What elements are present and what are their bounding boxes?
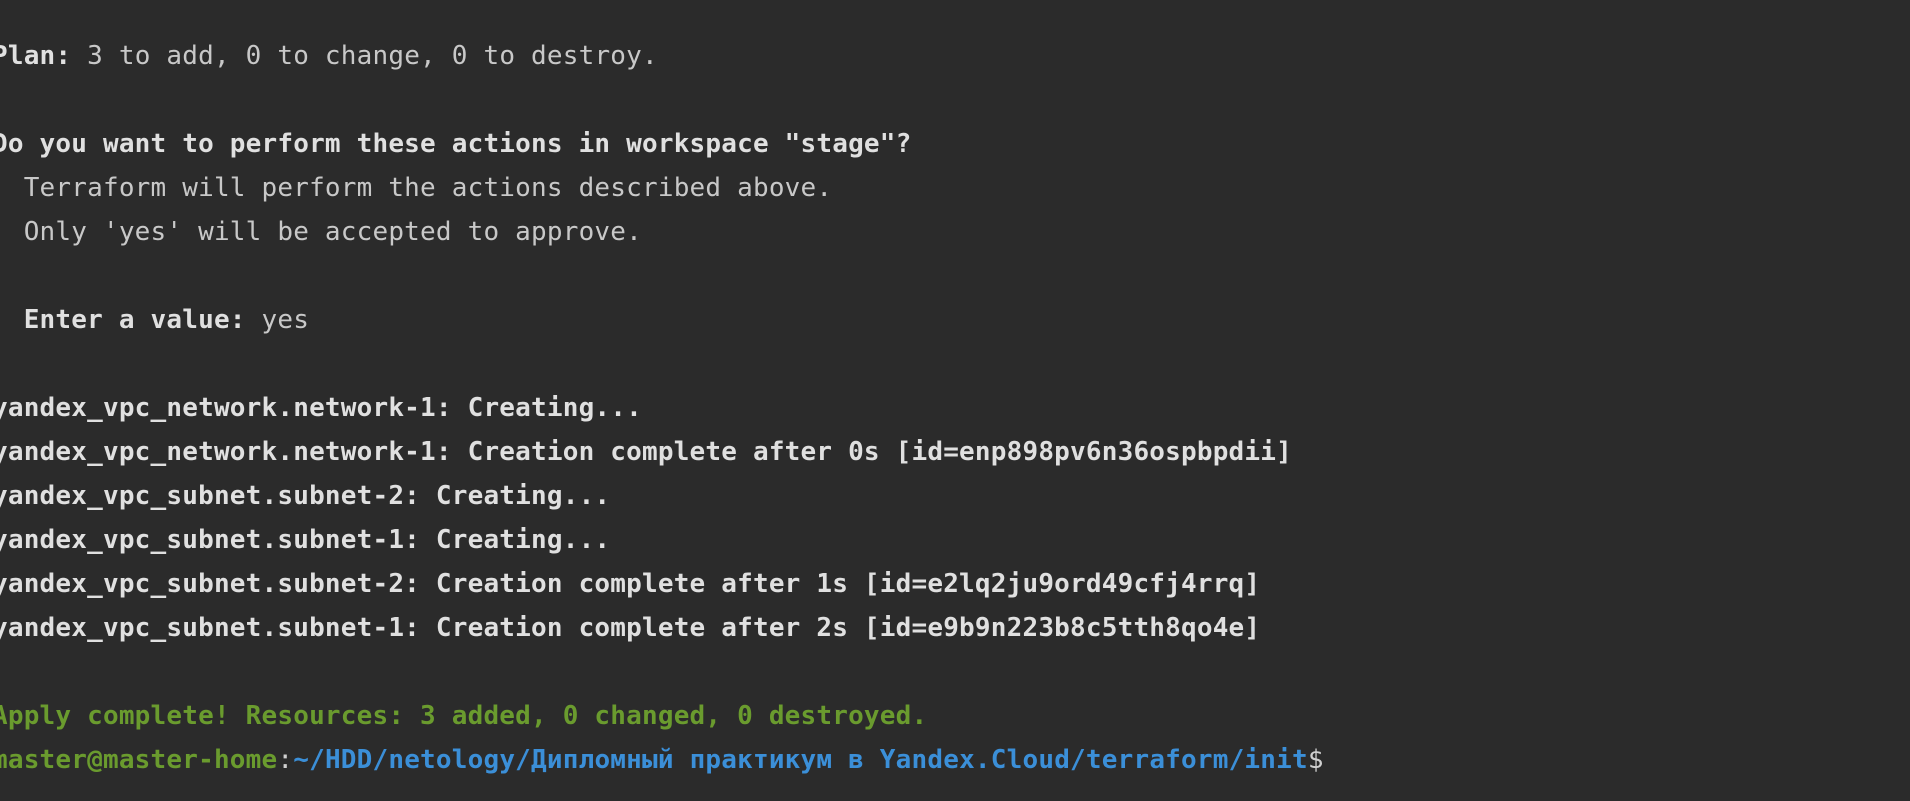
plan-summary: 3 to add, 0 to change, 0 to destroy. [71, 41, 658, 71]
plan-label: Plan: [0, 41, 72, 71]
log-line: yandex_vpc_subnet.subnet-1: Creation com… [0, 613, 1261, 643]
prompt-symbol: $ [1307, 745, 1324, 775]
info-line-2: Only 'yes' will be accepted to approve. [0, 217, 642, 247]
log-line: yandex_vpc_network.network-1: Creating..… [0, 393, 642, 423]
terminal-output[interactable]: Plan: 3 to add, 0 to change, 0 to destro… [0, 0, 1910, 801]
prompt-path: ~/HDD/netology/Дипломный практикум в Yan… [293, 745, 1308, 775]
enter-value-line: Enter a value: yes [0, 298, 309, 342]
entered-value: yes [245, 305, 310, 335]
prompt-separator: : [277, 745, 294, 775]
log-line: yandex_vpc_network.network-1: Creation c… [0, 437, 1292, 467]
log-line: yandex_vpc_subnet.subnet-2: Creation com… [0, 569, 1261, 599]
shell-prompt[interactable]: master@master-home:~/HDD/netology/Диплом… [0, 738, 1324, 782]
log-line: yandex_vpc_subnet.subnet-1: Creating... [0, 525, 611, 555]
prompt-user-host: master@master-home [0, 745, 278, 775]
enter-value-label: Enter a value: [0, 305, 246, 335]
plan-line: Plan: 3 to add, 0 to change, 0 to destro… [0, 34, 658, 78]
prompt-question: Do you want to perform these actions in … [0, 129, 912, 159]
apply-complete-message: Apply complete! Resources: 3 added, 0 ch… [0, 701, 928, 731]
log-line: yandex_vpc_subnet.subnet-2: Creating... [0, 481, 611, 511]
info-line-1: Terraform will perform the actions descr… [0, 173, 833, 203]
